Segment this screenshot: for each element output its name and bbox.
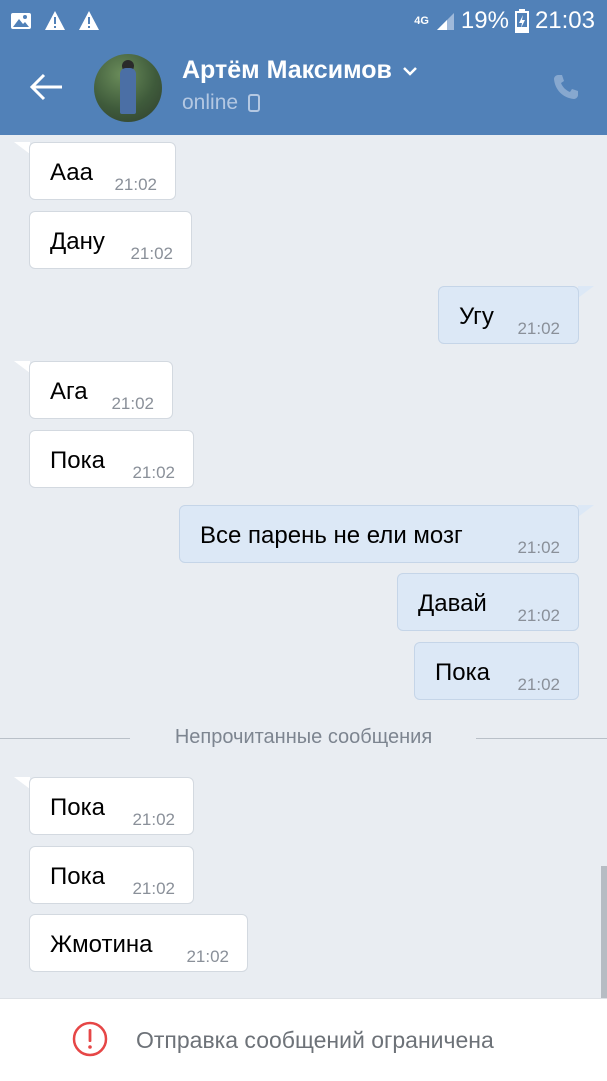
message-time: 21:02 [111, 394, 154, 413]
warning-circle-icon [72, 1021, 108, 1057]
warning-notification-icon [45, 11, 65, 30]
message-outgoing[interactable]: Все парень не ели мозг 21:02 [179, 505, 579, 563]
message-text: Пока [50, 447, 105, 474]
message-time: 21:02 [130, 244, 173, 263]
chat-header: Артём Максимов online [0, 42, 607, 135]
status-bar: 4G 19% 21:03 [0, 0, 607, 42]
message-outgoing[interactable]: Пока 21:02 [414, 642, 579, 700]
battery-percent: 19% [460, 7, 509, 34]
message-time: 21:02 [517, 538, 560, 557]
message-text: Ага [50, 378, 88, 405]
online-status: online [182, 91, 239, 114]
contact-name[interactable]: Артём Максимов [182, 56, 392, 85]
image-notification-icon [11, 13, 31, 29]
message-incoming[interactable]: Дану 21:02 [29, 211, 192, 269]
message-incoming[interactable]: Пока 21:02 [29, 430, 194, 488]
messaging-restricted-bar: Отправка сообщений ограничена [0, 998, 607, 1081]
message-text: Пока [50, 794, 105, 821]
message-outgoing[interactable]: Угу 21:02 [438, 286, 579, 344]
unread-divider: Непрочитанные сообщения [0, 726, 607, 752]
message-time: 21:02 [517, 606, 560, 625]
back-arrow-icon[interactable] [28, 72, 64, 102]
message-outgoing[interactable]: Давай 21:02 [397, 573, 579, 631]
message-text: Давай [418, 590, 487, 617]
message-text: Пока [50, 863, 105, 890]
message-time: 21:02 [132, 810, 175, 829]
message-text: Все парень не ели мозг [200, 522, 463, 549]
mobile-icon [248, 94, 261, 112]
clock: 21:03 [534, 7, 595, 34]
chevron-down-icon[interactable] [402, 65, 418, 77]
message-time: 21:02 [132, 879, 175, 898]
message-incoming[interactable]: Ага 21:02 [29, 361, 173, 419]
message-incoming[interactable]: Пока 21:02 [29, 777, 194, 835]
message-time: 21:02 [114, 175, 157, 194]
message-incoming[interactable]: Пока 21:02 [29, 846, 194, 904]
warning-notification-icon [79, 11, 99, 30]
message-time: 21:02 [517, 319, 560, 338]
message-text: Жмотина [50, 931, 153, 958]
network-type: 4G [414, 15, 429, 27]
battery-icon [514, 9, 529, 33]
message-time: 21:02 [132, 463, 175, 482]
scrollbar[interactable] [601, 866, 607, 998]
avatar[interactable] [94, 54, 162, 122]
phone-call-icon[interactable] [551, 72, 581, 102]
message-time: 21:02 [186, 947, 229, 966]
message-time: 21:02 [517, 675, 560, 694]
message-incoming[interactable]: Ааа 21:02 [29, 142, 176, 200]
messaging-restricted-text: Отправка сообщений ограничена [136, 1027, 494, 1053]
signal-icon [436, 13, 454, 30]
message-text: Дану [50, 228, 105, 255]
message-text: Угу [459, 303, 494, 330]
contact-info[interactable]: Артём Максимов online [182, 56, 418, 115]
message-text: Пока [435, 659, 490, 686]
message-incoming[interactable]: Жмотина 21:02 [29, 914, 248, 972]
message-text: Ааа [50, 159, 93, 186]
